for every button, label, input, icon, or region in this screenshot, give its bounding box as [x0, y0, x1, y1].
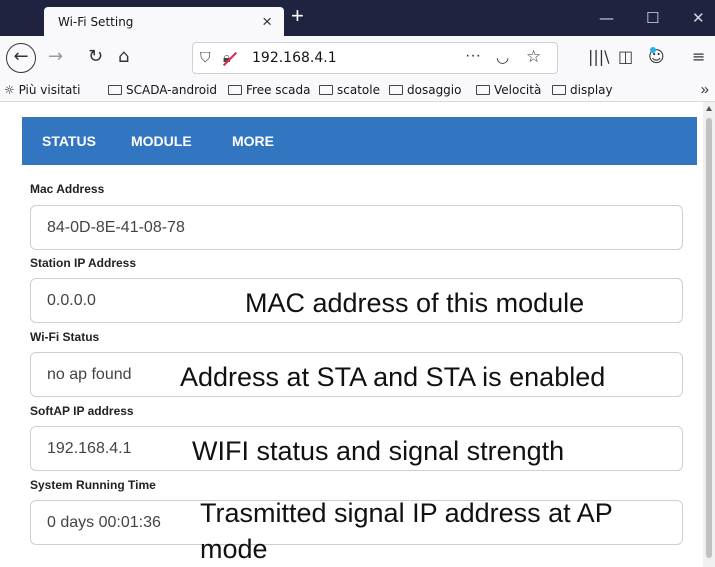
- scrollbar-thumb[interactable]: [706, 118, 712, 558]
- insecure-lock-icon[interactable]: 🔒︎: [223, 49, 230, 66]
- forward-arrow-icon[interactable]: →: [48, 46, 63, 67]
- mac-address-label: Mac Address: [30, 182, 105, 196]
- annotation-ap-mode: mode: [200, 534, 268, 564]
- top-menu-bar: STATUS MODULE MORE: [22, 117, 697, 165]
- reload-icon[interactable]: ↻: [88, 46, 103, 67]
- library-icon[interactable]: |||\: [588, 47, 610, 66]
- bookmark-folder[interactable]: display: [552, 83, 613, 97]
- bookmark-folder[interactable]: scatole: [319, 83, 380, 97]
- wifi-status-label: Wi-Fi Status: [30, 330, 100, 344]
- bookmark-folder[interactable]: SCADA-android: [108, 83, 217, 97]
- new-tab-button[interactable]: +: [291, 5, 304, 27]
- url-bar[interactable]: ⛉ 🔒︎ 192.168.4.1 ··· ◡ ☆: [192, 42, 558, 74]
- home-icon[interactable]: ⌂: [118, 46, 129, 67]
- navigation-bar: ← → ↻ ⌂ ⛉ 🔒︎ 192.168.4.1 ··· ◡ ☆ |||\ ◫ …: [0, 36, 715, 80]
- maximize-button[interactable]: ☐: [646, 9, 659, 27]
- station-ip-value: 0.0.0.0: [47, 292, 96, 309]
- pocket-icon[interactable]: ◡: [496, 48, 509, 66]
- back-arrow-icon[interactable]: ←: [6, 43, 36, 73]
- page-actions-icon[interactable]: ···: [465, 47, 481, 65]
- scroll-up-icon[interactable]: [706, 106, 712, 111]
- folder-icon: [552, 85, 566, 95]
- bookmarks-bar: ☼ Più visitati SCADA-android Free scada …: [0, 80, 715, 102]
- folder-icon: [389, 85, 403, 95]
- folder-icon: [319, 85, 333, 95]
- bookmarks-overflow-icon[interactable]: »: [701, 81, 709, 98]
- title-bar: Wi-Fi Setting × + — ☐ ✕: [0, 0, 715, 36]
- mac-address-field: 84-0D-8E-41-08-78: [30, 205, 683, 250]
- close-window-button[interactable]: ✕: [692, 9, 705, 27]
- station-ip-label: Station IP Address: [30, 256, 137, 270]
- mac-address-value: 84-0D-8E-41-08-78: [47, 219, 185, 236]
- minimize-button[interactable]: —: [599, 9, 614, 27]
- annotation-sta: Address at STA and STA is enabled: [180, 362, 606, 392]
- menu-item-module[interactable]: MODULE: [131, 133, 192, 149]
- sync-badge: [650, 47, 656, 53]
- folder-icon: [228, 85, 242, 95]
- tab-close-icon[interactable]: ×: [262, 12, 272, 32]
- annotation-wifi: WIFI status and signal strength: [192, 436, 565, 466]
- bookmark-star-icon[interactable]: ☆: [526, 47, 541, 67]
- softap-ip-value: 192.168.4.1: [47, 440, 132, 457]
- sidebar-icon[interactable]: ◫: [618, 47, 633, 66]
- annotation-mac: MAC address of this module: [245, 288, 585, 318]
- bookmark-piu-visitati[interactable]: ☼ Più visitati: [4, 83, 80, 97]
- gear-star-icon: ☼: [4, 83, 19, 97]
- bookmark-folder[interactable]: Velocità: [476, 83, 541, 97]
- annotation-ap: Trasmitted signal IP address at AP: [200, 498, 613, 528]
- bookmark-folder[interactable]: Free scada: [228, 83, 310, 97]
- tab-title: Wi-Fi Setting: [58, 15, 134, 29]
- menu-icon[interactable]: ≡: [692, 47, 705, 66]
- folder-icon: [108, 85, 122, 95]
- bookmark-folder[interactable]: dosaggio: [389, 83, 461, 97]
- menu-item-status[interactable]: STATUS: [42, 133, 96, 149]
- wifi-status-value: no ap found: [47, 366, 132, 383]
- running-time-value: 0 days 00:01:36: [47, 514, 161, 531]
- vertical-scrollbar[interactable]: [703, 102, 715, 567]
- running-time-label: System Running Time: [30, 478, 156, 492]
- menu-item-more[interactable]: MORE: [232, 133, 274, 149]
- softap-ip-label: SoftAP IP address: [30, 404, 134, 418]
- url-text[interactable]: 192.168.4.1: [252, 50, 337, 66]
- shield-icon[interactable]: ⛉: [200, 49, 211, 66]
- page-content: STATUS MODULE MORE Mac Address 84-0D-8E-…: [0, 102, 715, 567]
- browser-tab[interactable]: Wi-Fi Setting ×: [44, 7, 284, 36]
- folder-icon: [476, 85, 490, 95]
